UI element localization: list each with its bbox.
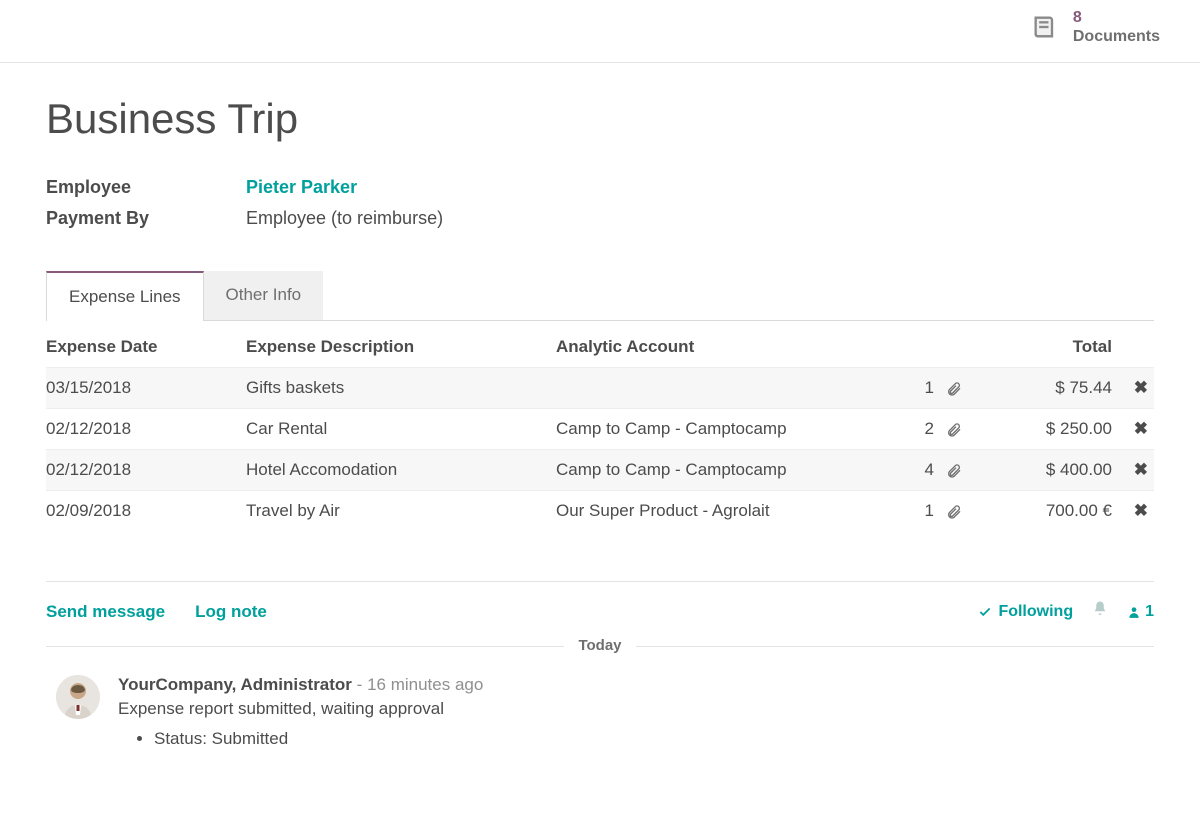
col-total: Total xyxy=(968,321,1118,368)
table-row[interactable]: 02/09/2018Travel by AirOur Super Product… xyxy=(46,491,1154,532)
cell-attachment-count: 1 xyxy=(898,491,938,532)
table-row[interactable]: 03/15/2018Gifts baskets 1 $ 75.44 ✖ xyxy=(46,368,1154,409)
payment-label: Payment By xyxy=(46,208,246,229)
cell-total: 700.00 € xyxy=(968,491,1118,532)
col-analytic: Analytic Account xyxy=(556,321,898,368)
page-title: Business Trip xyxy=(46,95,1154,143)
tab-expense-lines[interactable]: Expense Lines xyxy=(46,271,204,321)
cell-analytic xyxy=(556,368,898,409)
cell-analytic: Camp to Camp - Camptocamp xyxy=(556,409,898,450)
paperclip-icon xyxy=(946,504,962,520)
log-note-button[interactable]: Log note xyxy=(195,602,267,622)
cell-analytic: Camp to Camp - Camptocamp xyxy=(556,450,898,491)
paperclip-icon xyxy=(946,463,962,479)
tab-other-info[interactable]: Other Info xyxy=(204,271,324,320)
attachment-icon[interactable] xyxy=(938,368,968,409)
payment-value: Employee (to reimburse) xyxy=(246,208,1154,229)
cell-attachment-count: 2 xyxy=(898,409,938,450)
documents-stat[interactable]: 8 Documents xyxy=(1031,8,1160,46)
message-body: Expense report submitted, waiting approv… xyxy=(118,699,1154,719)
expense-table: Expense Date Expense Description Analyti… xyxy=(46,321,1154,531)
paperclip-icon xyxy=(946,422,962,438)
paperclip-icon xyxy=(946,381,962,397)
documents-count: 8 xyxy=(1073,8,1160,27)
delete-row-icon[interactable]: ✖ xyxy=(1134,378,1148,397)
bell-icon[interactable] xyxy=(1091,600,1109,623)
following-toggle[interactable]: Following xyxy=(978,603,1073,621)
book-icon xyxy=(1031,13,1059,41)
cell-attachment-count: 1 xyxy=(898,368,938,409)
cell-date: 02/12/2018 xyxy=(46,450,246,491)
table-row[interactable]: 02/12/2018Car RentalCamp to Camp - Campt… xyxy=(46,409,1154,450)
cell-desc: Car Rental xyxy=(246,409,556,450)
cell-total: $ 400.00 xyxy=(968,450,1118,491)
message-time: 16 minutes ago xyxy=(367,675,483,694)
attachment-icon[interactable] xyxy=(938,450,968,491)
person-icon xyxy=(1127,605,1141,619)
table-row[interactable]: 02/12/2018Hotel AccomodationCamp to Camp… xyxy=(46,450,1154,491)
cell-date: 02/09/2018 xyxy=(46,491,246,532)
check-icon xyxy=(978,605,992,619)
cell-desc: Hotel Accomodation xyxy=(246,450,556,491)
documents-label: Documents xyxy=(1073,27,1160,46)
chatter-message: YourCompany, Administrator - 16 minutes … xyxy=(46,675,1154,749)
delete-row-icon[interactable]: ✖ xyxy=(1134,419,1148,438)
attachment-icon[interactable] xyxy=(938,491,968,532)
employee-value[interactable]: Pieter Parker xyxy=(246,177,1154,198)
cell-date: 02/12/2018 xyxy=(46,409,246,450)
message-author: YourCompany, Administrator xyxy=(118,675,352,694)
cell-total: $ 250.00 xyxy=(968,409,1118,450)
follower-count[interactable]: 1 xyxy=(1127,603,1154,621)
cell-attachment-count: 4 xyxy=(898,450,938,491)
send-message-button[interactable]: Send message xyxy=(46,602,165,622)
message-status: Status: Submitted xyxy=(154,729,1154,749)
col-desc: Expense Description xyxy=(246,321,556,368)
employee-label: Employee xyxy=(46,177,246,198)
cell-date: 03/15/2018 xyxy=(46,368,246,409)
day-divider: Today xyxy=(564,637,635,654)
delete-row-icon[interactable]: ✖ xyxy=(1134,501,1148,520)
avatar xyxy=(56,675,100,719)
cell-analytic: Our Super Product - Agrolait xyxy=(556,491,898,532)
col-date: Expense Date xyxy=(46,321,246,368)
attachment-icon[interactable] xyxy=(938,409,968,450)
cell-desc: Travel by Air xyxy=(246,491,556,532)
cell-total: $ 75.44 xyxy=(968,368,1118,409)
delete-row-icon[interactable]: ✖ xyxy=(1134,460,1148,479)
cell-desc: Gifts baskets xyxy=(246,368,556,409)
